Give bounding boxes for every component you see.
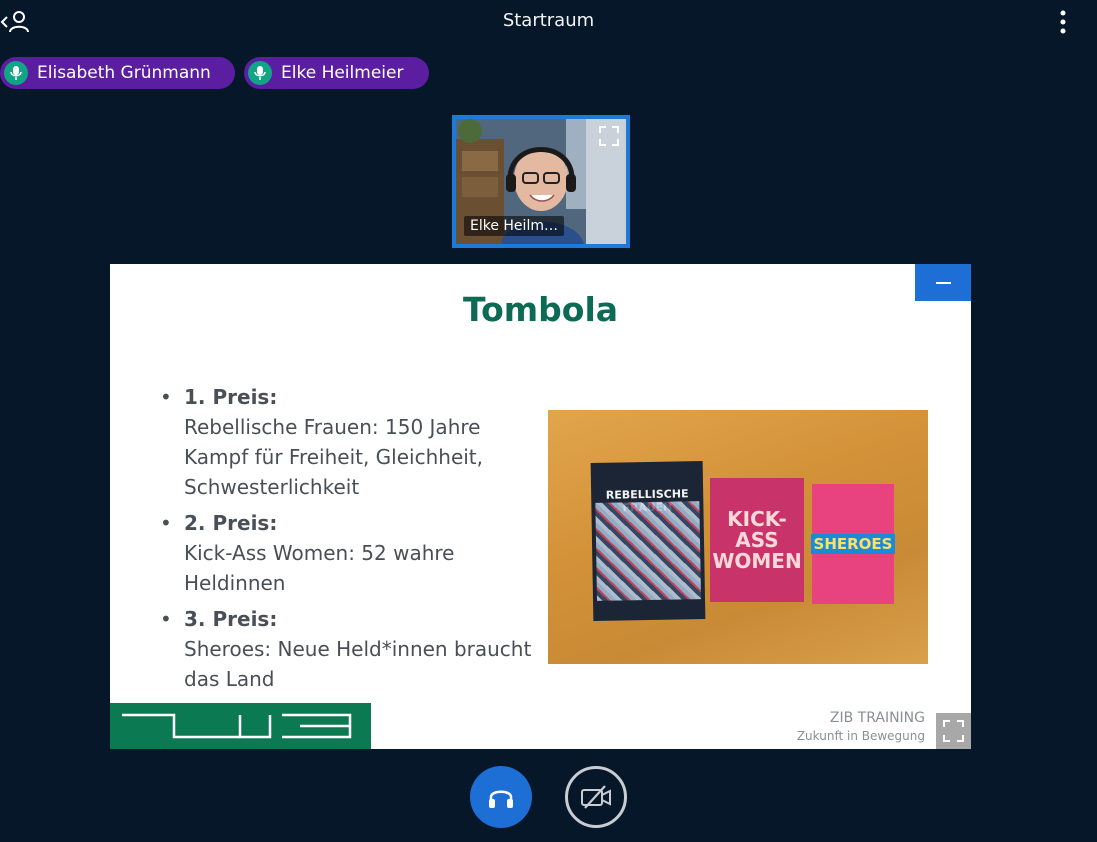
- book-title: SHEROES: [810, 534, 896, 554]
- audio-toggle-button[interactable]: [470, 766, 532, 828]
- list-item: 3. Preis: Sheroes: Neue Held*innen brauc…: [160, 604, 540, 694]
- slide-footer-brand: ZIB TRAINING Zukunft in Bewegung: [797, 710, 925, 744]
- prize-rank: 2. Preis:: [184, 511, 278, 535]
- zib-logo: [122, 713, 352, 739]
- book-title: KICK-ASS WOMEN: [712, 506, 802, 573]
- top-bar: Startraum: [0, 0, 1097, 44]
- book-cover: SHEROES: [810, 484, 896, 604]
- prize-description: Kick-Ass Women: 52 wahre Heldinnen: [184, 541, 455, 595]
- talker-pill[interactable]: Elisabeth Grünmann: [0, 57, 235, 89]
- prize-description: Sheroes: Neue Held*innen braucht das Lan…: [184, 637, 532, 691]
- microphone-icon: [248, 61, 272, 85]
- prize-rank: 1. Preis:: [184, 385, 278, 409]
- books-photo: REBELLISCHE FRAUEN KICK-ASS WOMEN SHEROE…: [548, 410, 928, 664]
- webcam-username: Elke Heilm…: [464, 216, 564, 236]
- talker-name: Elisabeth Grünmann: [37, 63, 211, 83]
- slide-title: Tombola: [462, 290, 619, 329]
- talker-name: Elke Heilmeier: [281, 63, 404, 83]
- prize-list: 1. Preis: Rebellische Frauen: 150 Jahre …: [160, 382, 540, 700]
- list-item: 2. Preis: Kick-Ass Women: 52 wahre Heldi…: [160, 508, 540, 598]
- book-cover: KICK-ASS WOMEN: [710, 478, 804, 602]
- fullscreen-icon[interactable]: [598, 125, 620, 147]
- video-toggle-button[interactable]: [565, 766, 627, 828]
- slide-footer-logo-bar: [110, 703, 371, 749]
- brand-tagline: Zukunft in Bewegung: [796, 729, 925, 743]
- prize-description: Rebellische Frauen: 150 Jahre Kampf für …: [184, 415, 484, 499]
- video-off-icon: [581, 785, 611, 809]
- microphone-icon: [4, 61, 28, 85]
- list-item: 1. Preis: Rebellische Frauen: 150 Jahre …: [160, 382, 540, 502]
- headphones-icon: [489, 790, 513, 808]
- book-illustration: [595, 501, 702, 601]
- brand-name: ZIB TRAINING: [829, 710, 925, 726]
- presentation-slide: Tombola 1. Preis: Rebellische Frauen: 15…: [110, 264, 971, 749]
- room-title: Startraum: [502, 10, 595, 31]
- prize-rank: 3. Preis:: [184, 607, 278, 631]
- talker-pill[interactable]: Elke Heilmeier: [244, 57, 429, 89]
- minus-icon: [935, 281, 951, 284]
- more-vertical-icon[interactable]: [1053, 8, 1073, 36]
- webcam-tile[interactable]: Elke Heilm…: [452, 115, 630, 248]
- fullscreen-icon[interactable]: [936, 713, 971, 749]
- book-cover: REBELLISCHE FRAUEN: [590, 461, 706, 621]
